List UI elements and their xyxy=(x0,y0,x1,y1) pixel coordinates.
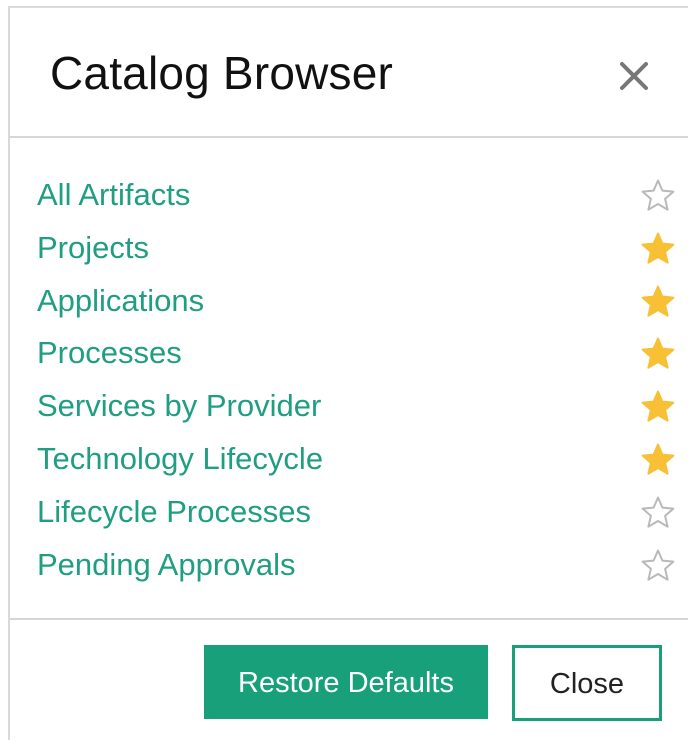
catalog-list: All Artifacts Projects Applications Process… xyxy=(10,170,688,592)
star-filled-icon[interactable] xyxy=(640,442,676,478)
catalog-item[interactable]: Services by Provider xyxy=(10,381,688,434)
catalog-item-link[interactable]: All Artifacts xyxy=(37,177,190,213)
star-filled-icon[interactable] xyxy=(640,389,676,425)
catalog-item-link[interactable]: Pending Approvals xyxy=(37,547,296,583)
star-outline-icon[interactable] xyxy=(640,495,676,531)
catalog-item-link[interactable]: Lifecycle Processes xyxy=(37,494,311,530)
close-icon[interactable] xyxy=(614,56,654,96)
catalog-item-link[interactable]: Processes xyxy=(37,335,182,371)
catalog-item[interactable]: Pending Approvals xyxy=(10,540,688,593)
star-outline-icon[interactable] xyxy=(640,548,676,584)
catalog-item-link[interactable]: Technology Lifecycle xyxy=(37,441,323,477)
catalog-item-link[interactable]: Applications xyxy=(37,283,204,319)
dialog-header: Catalog Browser xyxy=(10,8,688,138)
catalog-item[interactable]: Projects xyxy=(10,223,688,276)
restore-defaults-button[interactable]: Restore Defaults xyxy=(204,645,488,719)
catalog-item-link[interactable]: Projects xyxy=(37,230,149,266)
star-filled-icon[interactable] xyxy=(640,336,676,372)
catalog-item[interactable]: Technology Lifecycle xyxy=(10,434,688,487)
catalog-item[interactable]: Processes xyxy=(10,328,688,381)
catalog-item[interactable]: Applications xyxy=(10,276,688,329)
catalog-item[interactable]: All Artifacts xyxy=(10,170,688,223)
catalog-item-link[interactable]: Services by Provider xyxy=(37,388,321,424)
star-filled-icon[interactable] xyxy=(640,231,676,267)
dialog-title: Catalog Browser xyxy=(50,47,394,99)
footer-divider xyxy=(10,618,688,620)
close-button[interactable]: Close xyxy=(512,645,662,721)
star-filled-icon[interactable] xyxy=(640,284,676,320)
star-outline-icon[interactable] xyxy=(640,178,676,214)
catalog-item[interactable]: Lifecycle Processes xyxy=(10,487,688,540)
catalog-browser-dialog: Catalog Browser All Artifacts Projects App… xyxy=(8,6,688,740)
